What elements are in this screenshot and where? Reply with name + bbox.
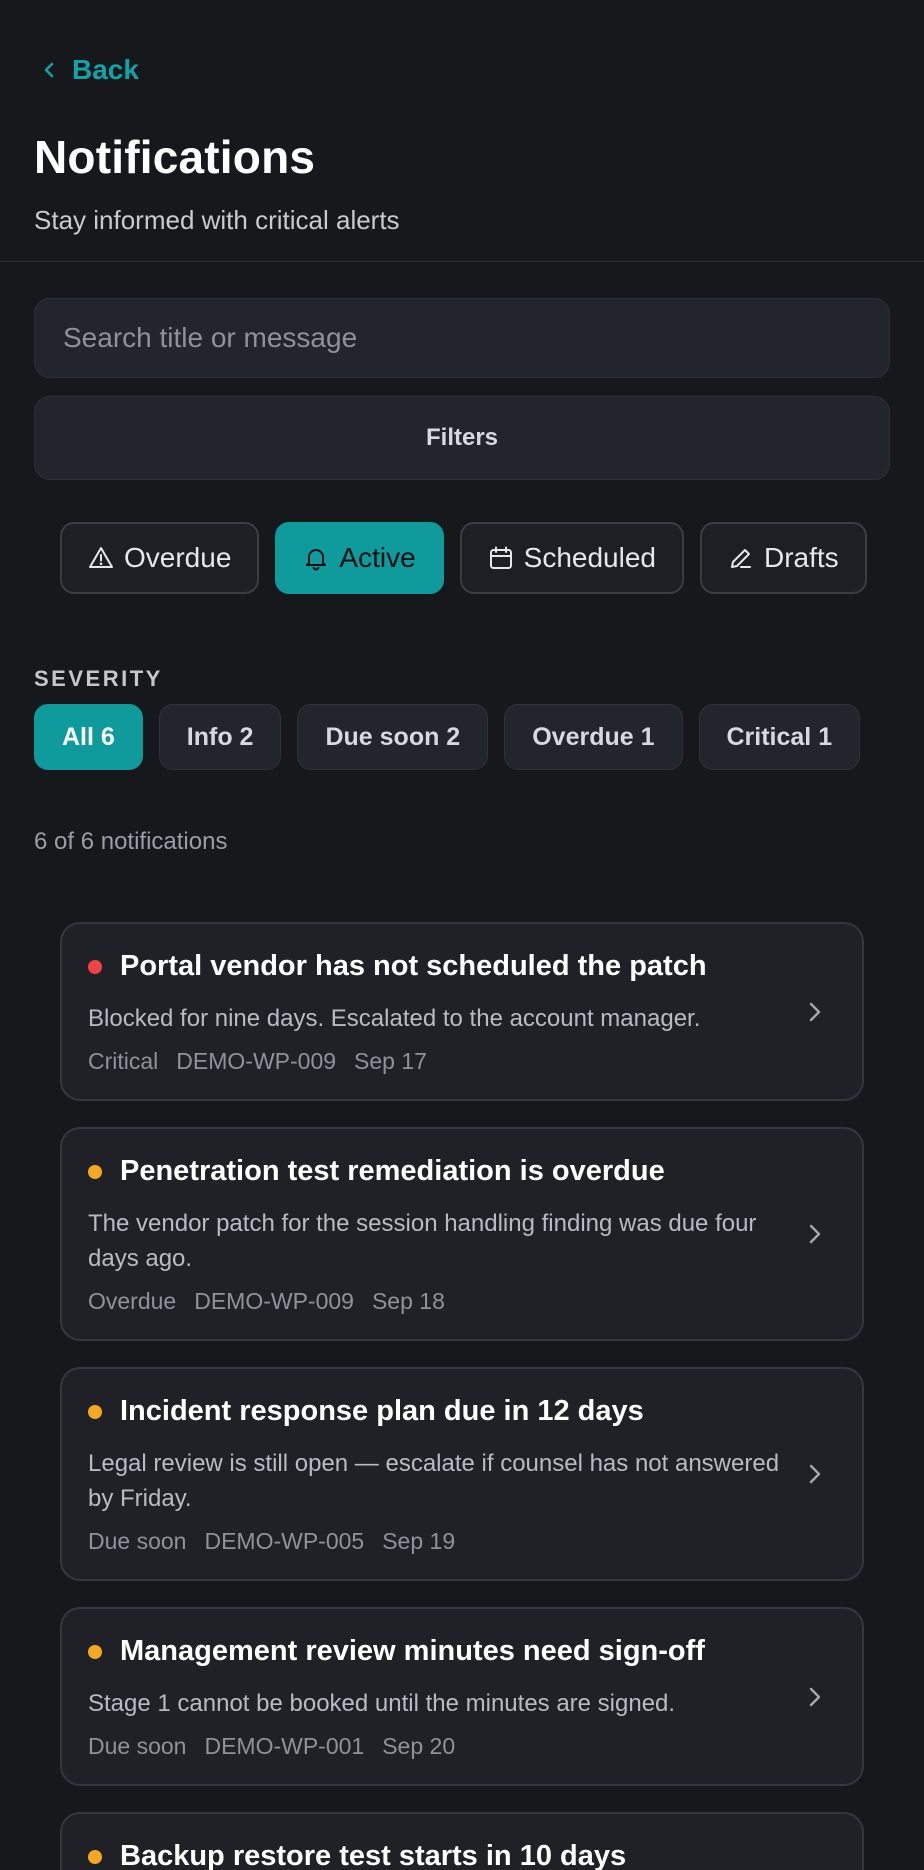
notification-message: Blocked for nine days. Escalated to the …	[88, 1005, 701, 1032]
search-input[interactable]	[63, 322, 889, 354]
severity-chip-overdue[interactable]: Overdue 1	[504, 704, 683, 770]
severity-chip-due-soon[interactable]: Due soon 2	[297, 704, 489, 770]
bell-icon	[306, 549, 327, 571]
severity-chip-all[interactable]: All 6	[34, 704, 143, 770]
severity-heading: SEVERITY	[34, 666, 163, 691]
notification-date: Sep 20	[382, 1733, 456, 1759]
tab-label: Drafts	[764, 542, 839, 573]
notification-card[interactable]: Incident response plan due in 12 days Le…	[60, 1367, 864, 1581]
notification-card[interactable]: Backup restore test starts in 10 days	[60, 1812, 864, 1870]
notification-title: Penetration test remediation is overdue	[120, 1155, 665, 1187]
severity-dot	[88, 1644, 102, 1659]
notification-ref: DEMO-WP-009	[194, 1288, 354, 1314]
notification-title: Portal vendor has not scheduled the patc…	[120, 950, 707, 982]
page-title: Notifications	[34, 131, 316, 183]
severity-chip-info[interactable]: Info 2	[158, 704, 282, 770]
status-tabs: Overdue Active Scheduled Drafts	[60, 522, 890, 596]
notification-message: Stage 1 cannot be booked until the minut…	[88, 1690, 676, 1717]
tab-drafts[interactable]: Drafts	[700, 522, 867, 594]
chevron-right-icon	[809, 1464, 821, 1484]
tab-scheduled[interactable]: Scheduled	[459, 522, 684, 594]
severity-dot	[88, 1164, 102, 1179]
back-button[interactable]: Back	[40, 54, 139, 86]
severity-chip-critical[interactable]: Critical 1	[698, 704, 861, 770]
filters-button[interactable]: Filters	[34, 396, 890, 480]
chevron-left-icon	[44, 62, 54, 78]
notification-meta: Overdue DEMO-WP-009 Sep 18	[88, 1288, 782, 1315]
warning-icon	[89, 547, 113, 568]
notification-title-row: Backup restore test starts in 10 days	[88, 1840, 782, 1870]
notification-card[interactable]: Portal vendor has not scheduled the patc…	[60, 922, 864, 1101]
notification-meta: Due soon DEMO-WP-005 Sep 19	[88, 1528, 782, 1555]
severity-dot	[88, 1849, 102, 1864]
notification-title-row: Portal vendor has not scheduled the patc…	[88, 950, 782, 983]
notification-title: Management review minutes need sign-off	[120, 1635, 705, 1667]
tab-label: Overdue	[124, 542, 232, 573]
tab-active[interactable]: Active	[275, 522, 444, 594]
notification-card[interactable]: Penetration test remediation is overdue …	[60, 1127, 864, 1341]
chevron-right-icon	[809, 1002, 821, 1021]
chevron-right-icon	[809, 1687, 821, 1706]
notification-ref: DEMO-WP-005	[204, 1528, 365, 1554]
page-header: Back Notifications Stay informed with cr…	[0, 0, 924, 262]
notification-date: Sep 17	[354, 1048, 427, 1074]
notification-title: Incident response plan due in 12 days	[120, 1395, 644, 1427]
back-label: Back	[72, 54, 139, 85]
notification-title-row: Penetration test remediation is overdue	[88, 1155, 782, 1188]
notification-severity: Due soon	[88, 1733, 187, 1759]
notification-severity: Overdue	[88, 1288, 177, 1314]
notification-ref: DEMO-WP-009	[176, 1048, 337, 1074]
notification-ref: DEMO-WP-001	[204, 1733, 365, 1759]
severity-dot	[88, 1404, 102, 1419]
notification-title: Backup restore test starts in 10 days	[120, 1840, 627, 1870]
notification-title-row: Management review minutes need sign-off	[88, 1635, 782, 1668]
notification-card[interactable]: Management review minutes need sign-off …	[60, 1607, 864, 1786]
severity-filter: All 6 Info 2 Due soon 2 Overdue 1 Critic…	[34, 704, 861, 770]
notification-date: Sep 19	[382, 1528, 456, 1554]
notification-message: The vendor patch for the session handlin…	[88, 1210, 757, 1272]
tab-label: Active	[339, 542, 416, 573]
results-count: 6 of 6 notifications	[34, 828, 228, 855]
severity-dot	[88, 959, 102, 974]
notification-title-row: Incident response plan due in 12 days	[88, 1395, 782, 1428]
notification-severity: Critical	[88, 1048, 159, 1074]
tab-label: Scheduled	[523, 542, 656, 573]
notification-message: Legal review is still open — escalate if…	[88, 1450, 780, 1512]
chevron-right-icon	[809, 1224, 821, 1244]
pencil-icon	[731, 549, 751, 568]
tab-overdue[interactable]: Overdue	[60, 522, 260, 594]
calendar-icon	[489, 546, 512, 569]
page-subtitle: Stay informed with critical alerts	[34, 205, 400, 235]
notification-list: Portal vendor has not scheduled the patc…	[60, 922, 864, 1870]
notification-meta: Due soon DEMO-WP-001 Sep 20	[88, 1733, 782, 1760]
search-box[interactable]	[34, 298, 890, 378]
notification-date: Sep 18	[371, 1288, 445, 1314]
filters-label: Filters	[425, 424, 499, 451]
notification-meta: Critical DEMO-WP-009 Sep 17	[88, 1048, 782, 1075]
notification-severity: Due soon	[88, 1528, 187, 1554]
